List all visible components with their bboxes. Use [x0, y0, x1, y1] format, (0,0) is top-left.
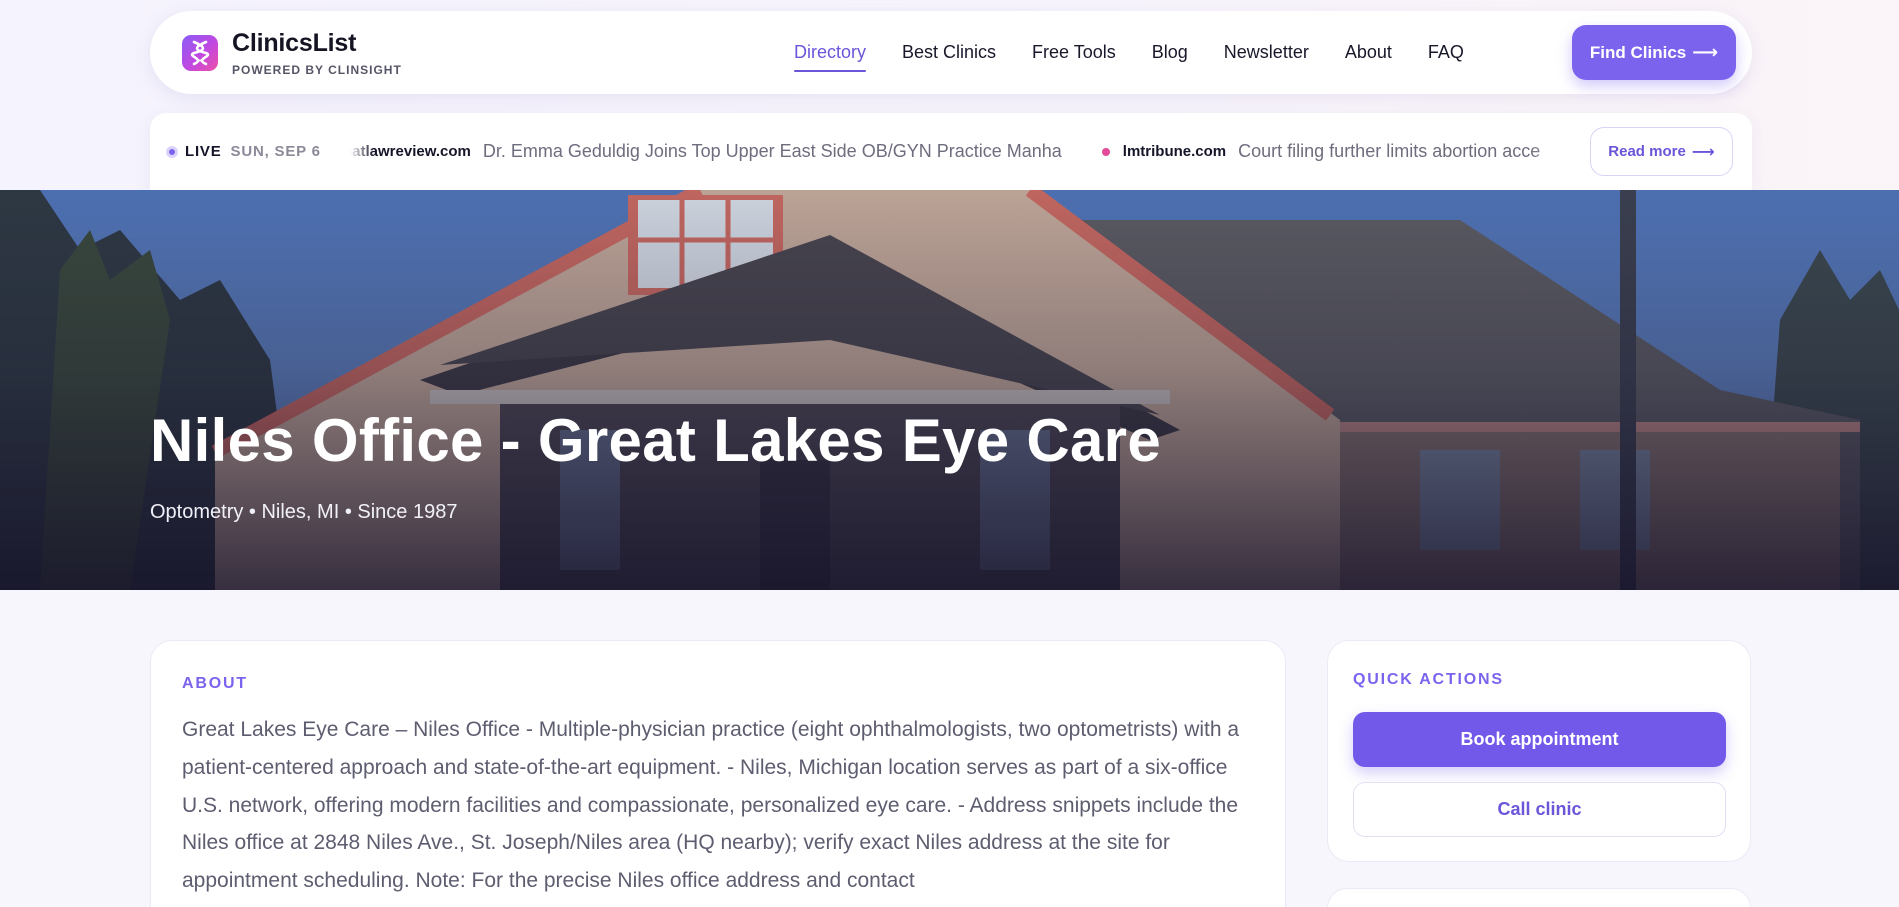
book-appointment-button[interactable]: Book appointment [1353, 712, 1726, 767]
news-source: natlawreview.com [350, 143, 471, 160]
bullet-icon [1101, 147, 1110, 156]
brand-tagline: POWERED BY CLINSIGHT [232, 62, 402, 77]
nav-item-faq[interactable]: FAQ [1428, 42, 1464, 63]
main-nav: Directory Best Clinics Free Tools Blog N… [794, 11, 1500, 94]
clinic-title: Niles Office - Great Lakes Eye Care [150, 407, 1161, 474]
nav-item-newsletter[interactable]: Newsletter [1224, 42, 1309, 63]
call-clinic-button[interactable]: Call clinic [1353, 782, 1726, 837]
quick-actions-heading: QUICK ACTIONS [1353, 671, 1504, 688]
news-item[interactable]: natlawreview.com Dr. Emma Geduldig Joins… [350, 141, 1062, 162]
nav-item-best-clinics[interactable]: Best Clinics [902, 42, 996, 63]
quick-actions-card: QUICK ACTIONS Book appointment Call clin… [1327, 640, 1751, 862]
brand-name: ClinicsList [232, 28, 357, 57]
sidebar-card [1327, 888, 1751, 907]
about-heading: ABOUT [182, 675, 248, 692]
about-text: Great Lakes Eye Care – Niles Office - Mu… [182, 718, 1240, 893]
live-dot-icon [166, 145, 178, 158]
arrow-right-icon: ⟶ [1692, 42, 1719, 62]
news-source: lmtribune.com [1122, 143, 1227, 160]
brand-logo[interactable]: ClinicsList POWERED BY CLINSIGHT [182, 29, 402, 77]
live-label: LIVE [185, 143, 222, 160]
hero-banner: Niles Office - Great Lakes Eye Care Opto… [0, 190, 1899, 590]
dna-icon [182, 34, 218, 71]
ticker-date: SUN, SEP 6 [230, 143, 321, 160]
about-card: ABOUT Great Lakes Eye Care – Niles Offic… [150, 640, 1286, 907]
ticker-track: natlawreview.com Dr. Emma Geduldig Joins… [350, 113, 1586, 190]
find-clinics-button[interactable]: Find Clinics ⟶ [1572, 25, 1736, 80]
nav-item-blog[interactable]: Blog [1152, 42, 1188, 63]
hero-overlay [0, 190, 1899, 590]
read-more-button[interactable]: Read more ⟶ [1590, 127, 1733, 176]
clinic-meta: Optometry • Niles, MI • Since 1987 [150, 501, 458, 523]
news-ticker: LIVE SUN, SEP 6 natlawreview.com Dr. Emm… [150, 113, 1752, 190]
live-indicator: LIVE SUN, SEP 6 [166, 113, 321, 190]
site-header: ClinicsList POWERED BY CLINSIGHT Directo… [150, 11, 1752, 94]
nav-item-about[interactable]: About [1345, 42, 1392, 63]
find-clinics-label: Find Clinics [1589, 42, 1687, 62]
read-more-label: Read more [1608, 143, 1686, 160]
arrow-right-icon: ⟶ [1691, 143, 1715, 161]
news-headline: Dr. Emma Geduldig Joins Top Upper East S… [482, 141, 1062, 161]
news-item[interactable]: lmtribune.com Court filing further limit… [1101, 141, 1541, 162]
nav-item-free-tools[interactable]: Free Tools [1032, 42, 1116, 63]
news-headline: Court filing further limits abortion acc… [1238, 141, 1541, 161]
nav-item-directory[interactable]: Directory [794, 42, 867, 72]
